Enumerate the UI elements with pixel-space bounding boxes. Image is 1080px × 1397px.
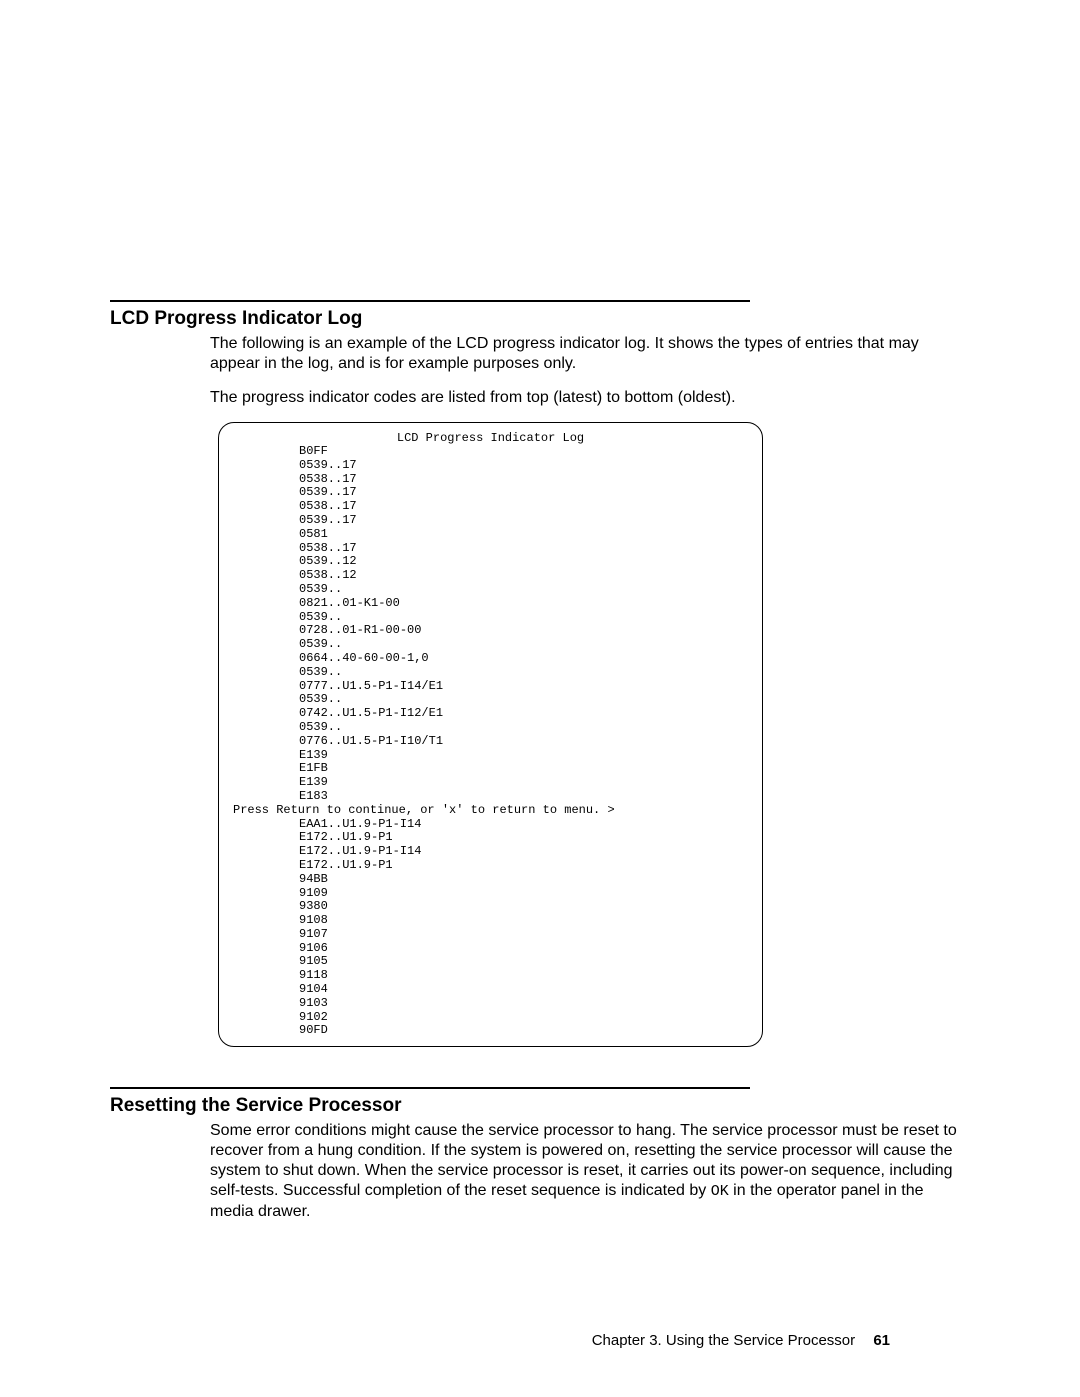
log-line: B0FF [229,445,758,459]
log-line: 0581 [229,528,758,542]
log-line: 0539.. [229,666,758,680]
log-box-title: LCD Progress Indicator Log [223,431,758,445]
log-line: E172..U1.9-P1 [229,859,758,873]
log-line: 9106 [229,942,758,956]
log-line: 0539..17 [229,514,758,528]
log-line: 0538..17 [229,542,758,556]
log-line: E139 [229,776,758,790]
log-line: 9102 [229,1011,758,1025]
log-line: 0728..01-R1-00-00 [229,624,758,638]
log-line: 9103 [229,997,758,1011]
log-line: 0539.. [229,721,758,735]
log-line: 0539.. [229,693,758,707]
page: LCD Progress Indicator Log The following… [0,0,1080,1397]
log-line: 0538..17 [229,500,758,514]
log-line: 0539.. [229,638,758,652]
log-line: 9105 [229,955,758,969]
log-prompt-line: Press Return to continue, or 'x' to retu… [229,804,758,818]
section-rule-1 [110,300,750,302]
log-line: 0821..01-K1-00 [229,597,758,611]
section2-para-code: OK [711,1183,729,1200]
section1-para2: The progress indicator codes are listed … [110,388,970,408]
log-line: 9380 [229,900,758,914]
log-line: 0777..U1.5-P1-I14/E1 [229,680,758,694]
log-line: 0539.. [229,583,758,597]
log-line: 9107 [229,928,758,942]
log-line: 0539..17 [229,486,758,500]
footer-page-number: 61 [873,1332,890,1349]
log-line: 9109 [229,887,758,901]
log-line: 0539..17 [229,459,758,473]
log-line: 0538..12 [229,569,758,583]
section-rule-2 [110,1087,750,1089]
log-line: E1FB [229,762,758,776]
log-line: E172..U1.9-P1-I14 [229,845,758,859]
log-line: 9104 [229,983,758,997]
log-line: 0539..12 [229,555,758,569]
log-line: 90FD [229,1024,758,1038]
section1-para1: The following is an example of the LCD p… [110,334,970,374]
log-line: 0539.. [229,611,758,625]
section2-title: Resetting the Service Processor [110,1095,970,1117]
log-line: E139 [229,749,758,763]
log-box: LCD Progress Indicator Log B0FF0539..170… [218,422,763,1047]
log-line: 94BB [229,873,758,887]
log-line: 0742..U1.5-P1-I12/E1 [229,707,758,721]
log-lines: B0FF0539..170538..170539..170538..170539… [223,445,758,1038]
section1-title: LCD Progress Indicator Log [110,308,970,330]
log-line: E172..U1.9-P1 [229,831,758,845]
log-line: EAA1..U1.9-P1-I14 [229,818,758,832]
log-line: 0776..U1.5-P1-I10/T1 [229,735,758,749]
footer-chapter: Chapter 3. Using the Service Processor [592,1332,855,1349]
section2-para: Some error conditions might cause the se… [110,1121,970,1222]
log-line: 9118 [229,969,758,983]
page-footer: Chapter 3. Using the Service Processor 6… [592,1332,890,1349]
log-line: 9108 [229,914,758,928]
log-line: E183 [229,790,758,804]
log-line: 0538..17 [229,473,758,487]
log-line: 0664..40-60-00-1,0 [229,652,758,666]
